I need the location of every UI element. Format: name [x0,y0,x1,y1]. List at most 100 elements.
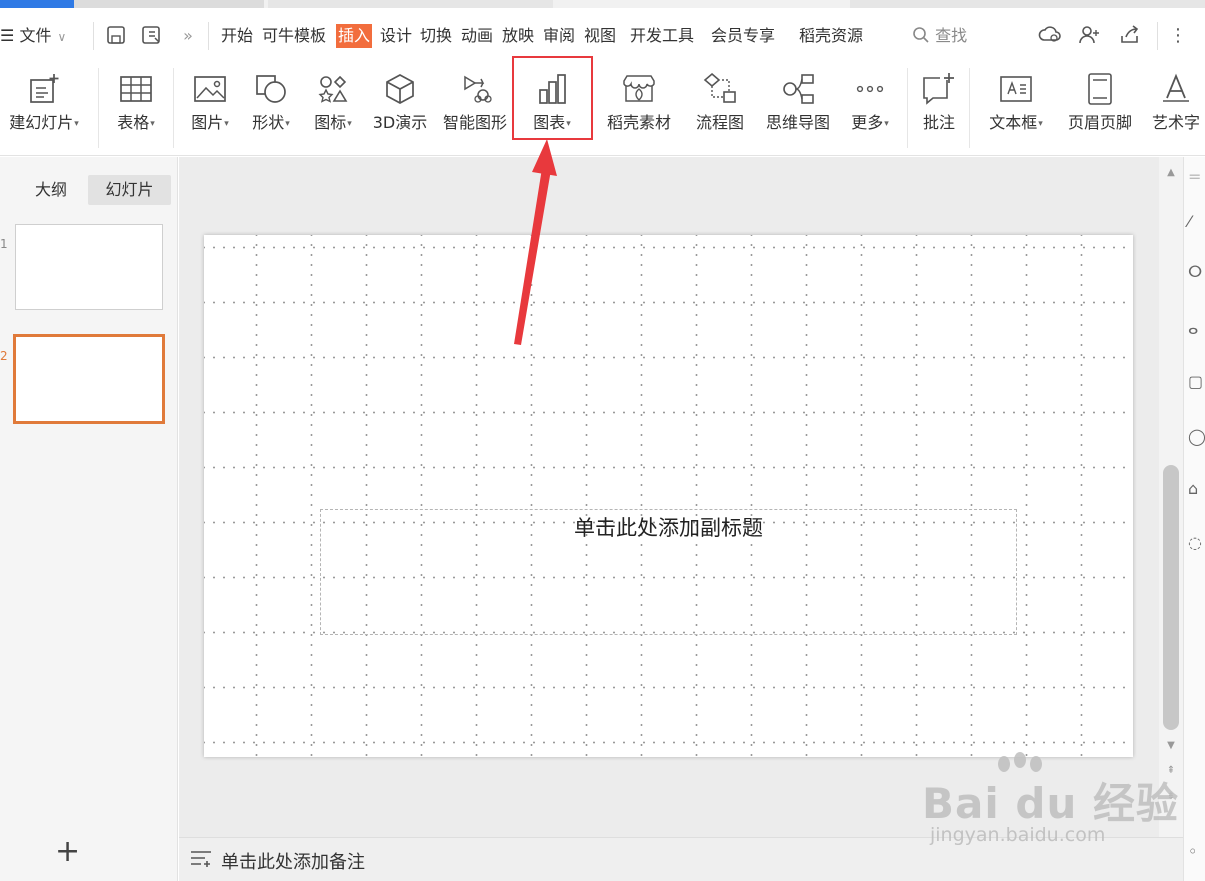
picture-button[interactable]: 图片▾ [183,66,237,146]
collaborate-user-icon[interactable] [1077,24,1101,48]
side-tool-icon[interactable]: ⌂ [1188,479,1198,498]
textbox-button[interactable]: 文本框▾ [978,66,1054,146]
table-button[interactable]: 表格▾ [108,66,164,146]
tab-daoke-resources[interactable]: 稻壳资源 [799,24,863,48]
tab-start[interactable]: 开始 [221,24,253,48]
divider [1157,22,1158,50]
caret-down-icon: ▾ [347,118,352,129]
output-image-icon[interactable] [140,24,164,48]
new-slide-icon [0,66,88,112]
caret-down-icon: ▾ [285,118,290,129]
wordart-icon [1146,66,1205,112]
header-footer-icon [1058,66,1142,112]
cloud-sync-icon[interactable] [1037,24,1063,48]
notes-placeholder: 单击此处添加备注 [221,852,365,873]
side-tool-icon[interactable]: ⴰ [1188,319,1198,338]
textbox-icon [978,66,1054,112]
watermark-logo-text: Bai du 经验 [922,779,1179,828]
more-dots-icon [843,66,897,112]
tab-strip-inactive[interactable] [268,0,553,8]
tab-developer[interactable]: 开发工具 [630,24,694,48]
side-tool-icon[interactable]: ◌ [1188,533,1202,552]
drag-handle-icon: = [1188,167,1202,186]
mindmap-button[interactable]: 思维导图 [758,66,838,146]
add-slide-button[interactable]: + [55,837,80,867]
baidu-jingyan-watermark: Bai du 经验 jingyan.baidu.com [922,752,1182,855]
save-icon[interactable] [104,24,128,48]
store-material-icon [600,66,678,112]
divider [907,68,908,148]
tab-strip-inactive[interactable] [74,0,264,8]
tab-slides[interactable]: 幻灯片 [88,175,171,205]
slide-number: 1 [0,237,8,251]
side-tool-icon[interactable]: ⵔ [1188,262,1202,281]
icons-grid-icon [305,66,361,112]
caret-down-icon: ▾ [884,118,889,129]
tab-member[interactable]: 会员专享 [711,24,775,48]
side-tool-icon[interactable]: ▢ [1188,372,1203,391]
more-button[interactable]: 更多▾ [843,66,897,146]
window-tab-strip [0,0,1205,8]
chart-highlight-box [512,56,593,140]
divider [98,68,99,148]
tab-animation[interactable]: 动画 [461,24,493,48]
tab-strip-inactive[interactable] [850,0,1205,8]
tab-view[interactable]: 视图 [584,24,616,48]
share-icon[interactable] [1118,24,1142,48]
comment-add-icon [914,66,964,112]
smartart-button[interactable]: 智能图形 [440,66,516,146]
menu-lines-icon: ☰ [0,26,20,45]
tab-keniu-template[interactable]: 可牛模板 [262,24,326,48]
slide-thumbnail-2-selected[interactable] [13,334,165,424]
table-icon [108,66,164,112]
divider [208,22,209,50]
scroll-down-arrow[interactable]: ▼ [1159,740,1183,751]
watermark-url: jingyan.baidu.com [930,824,1106,846]
divider [969,68,970,148]
insert-ribbon: 建幻灯片▾ 表格▾ 图片▾ 形状▾ 图标▾ 3D演示 智能图形 图表▾ 稻壳素材… [0,64,1205,156]
more-vertical-icon[interactable]: ⋮ [1168,24,1188,48]
tab-transition[interactable]: 切换 [420,24,452,48]
tab-design[interactable]: 设计 [380,24,412,48]
caret-down-icon: ▾ [224,118,229,129]
file-menu[interactable]: ☰ 文件 ∨ [0,24,66,48]
3d-model-button[interactable]: 3D演示 [368,66,432,146]
chevron-down-icon: ∨ [57,30,67,44]
grid-dots [204,235,1133,757]
header-footer-button[interactable]: 页眉页脚 [1058,66,1142,146]
side-tool-icon[interactable]: ◦ [1188,842,1197,861]
daoke-material-button[interactable]: 稻壳素材 [600,66,678,146]
icon-library-button[interactable]: 图标▾ [305,66,361,146]
subtitle-placeholder-text: 单击此处添加副标题 [574,516,763,540]
tab-outline[interactable]: 大纲 [22,175,80,205]
subtitle-placeholder[interactable]: 单击此处添加副标题 [320,509,1017,635]
scroll-up-arrow[interactable]: ▲ [1159,167,1183,178]
menu-bar: ☰ 文件 ∨ » 开始 可牛模板 插入 设计 切换 动画 放映 审阅 视图 开发工… [0,8,1205,64]
wordart-button[interactable]: 艺术字 [1146,66,1205,146]
side-tool-icon[interactable]: ⁄ [1188,212,1191,231]
tab-slideshow[interactable]: 放映 [502,24,534,48]
divider [173,68,174,148]
slide-number: 2 [0,349,8,363]
tab-review[interactable]: 审阅 [543,24,575,48]
caret-down-icon: ▾ [74,118,79,129]
side-tool-icon[interactable]: ◯ [1188,427,1205,446]
tab-insert[interactable]: 插入 [336,24,373,48]
slide-thumbnail-1[interactable] [15,224,163,310]
flowchart-button[interactable]: 流程图 [688,66,752,146]
new-slide-button[interactable]: 建幻灯片▾ [0,66,88,146]
search-box[interactable]: 查找 [912,24,967,48]
slide-canvas[interactable]: 单击此处添加副标题 [204,235,1133,757]
slide-navigation-panel: 大纲 幻灯片 1 2 + [0,157,178,881]
cube-icon [368,66,432,112]
vertical-scrollbar[interactable]: ▲ ▼ ⇞ ⇟ [1159,157,1183,837]
caret-down-icon: ▾ [150,118,155,129]
shape-icon [243,66,299,112]
tab-strip-active[interactable] [0,0,74,8]
notes-icon [189,848,213,873]
caret-down-icon: ▾ [1038,118,1043,129]
shape-button[interactable]: 形状▾ [243,66,299,146]
scrollbar-thumb[interactable] [1163,465,1179,730]
comment-button[interactable]: 批注 [914,66,964,146]
more-chevrons-icon[interactable]: » [178,24,198,48]
